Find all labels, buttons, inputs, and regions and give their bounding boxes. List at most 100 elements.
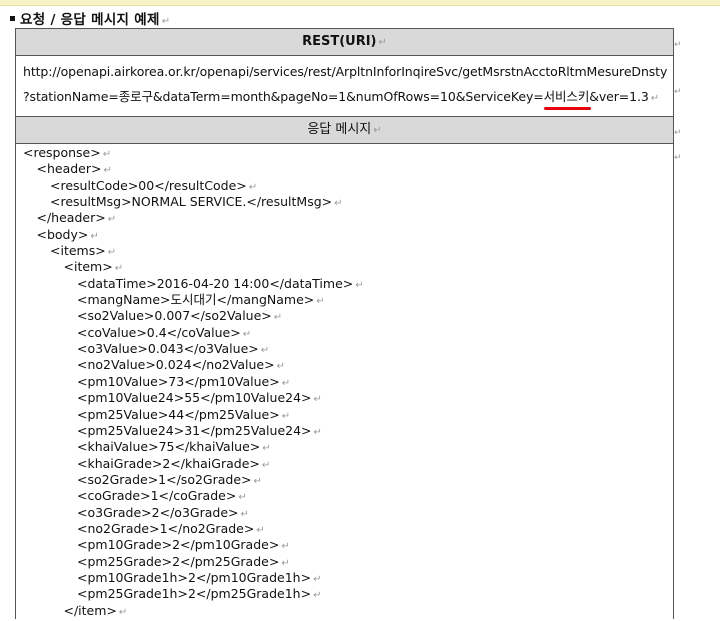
paragraph-mark-icon: ↵ bbox=[316, 296, 325, 308]
paragraph-mark-icon: ↵ bbox=[256, 524, 265, 536]
xml-code-line: <pm10Grade1h>2</pm10Grade1h> ↵ bbox=[23, 570, 364, 586]
xml-code-line: <pm10Grade>2</pm10Grade> ↵ bbox=[23, 537, 364, 553]
row-end-mark-icon: ↵ bbox=[674, 128, 682, 138]
xml-code-line: <resultCode>00</resultCode> ↵ bbox=[23, 178, 364, 194]
row-end-mark-icon: ↵ bbox=[674, 153, 682, 163]
xml-code-line: <items> ↵ bbox=[23, 243, 364, 259]
xml-code-text: <pm10Grade1h>2</pm10Grade1h> bbox=[77, 569, 312, 585]
rest-uri-header: REST(URI) ↵ bbox=[16, 29, 673, 56]
xml-code-text: <pm10Value24>55</pm10Value24> bbox=[77, 390, 312, 406]
service-key-text: 서비스키 bbox=[543, 89, 590, 104]
xml-code-line: <coValue>0.4</coValue> ↵ bbox=[23, 325, 364, 341]
paragraph-mark-icon: ↵ bbox=[103, 165, 112, 177]
xml-code-text: <resultMsg>NORMAL SERVICE.</resultMsg> bbox=[50, 194, 333, 210]
xml-code-text: <body> bbox=[36, 226, 89, 242]
xml-code-text: <coValue>0.4</coValue> bbox=[77, 324, 241, 340]
xml-code-line: <coGrade>1</coGrade> ↵ bbox=[23, 488, 364, 504]
xml-code-text: </header> bbox=[36, 210, 106, 226]
paragraph-mark-icon: ↵ bbox=[313, 590, 322, 602]
example-table: REST(URI) ↵ http://openapi.airkorea.or.kr… bbox=[15, 28, 674, 619]
paragraph-mark-icon: ↵ bbox=[313, 394, 322, 406]
paragraph-mark-icon: ↵ bbox=[260, 345, 270, 357]
xml-code-text: <header> bbox=[36, 161, 102, 177]
xml-code-text: <resultCode>00</resultCode> bbox=[50, 177, 247, 193]
xml-code-text: <pm25Value>44</pm25Value> bbox=[77, 406, 280, 422]
paragraph-mark-icon: ↵ bbox=[313, 426, 322, 438]
xml-code-text: </item> bbox=[63, 602, 117, 618]
top-toolbar-strip bbox=[0, 0, 720, 6]
xml-code-line: <no2Value>0.024</no2Value> ↵ bbox=[23, 357, 364, 373]
response-xml-code: <response> ↵ <header> ↵ <resultCode>00</resu… bbox=[23, 145, 364, 619]
xml-code-line: <body> ↵ bbox=[23, 227, 364, 243]
xml-code-text: <dataTime>2016-04-20 14:00</dataTime> bbox=[77, 275, 354, 291]
request-url-text: http://openapi.airkorea.or.kr/openapi/se… bbox=[23, 64, 668, 79]
response-message-header: 응답 메시지 ↵ bbox=[16, 116, 673, 144]
service-key-placeholder: 서비스키 bbox=[543, 89, 592, 110]
request-url-version: &ver=1.3 bbox=[589, 89, 649, 104]
paragraph-mark-icon: ↵ bbox=[650, 93, 660, 104]
paragraph-mark-icon: ↵ bbox=[378, 37, 387, 48]
xml-code-text: <pm10Grade>2</pm10Grade> bbox=[77, 537, 280, 553]
xml-code-text: <coGrade>1</coGrade> bbox=[77, 488, 237, 504]
paragraph-mark-icon: ↵ bbox=[273, 312, 283, 324]
xml-code-line: <pm10Value24>55</pm10Value24> ↵ bbox=[23, 390, 364, 406]
xml-code-text: <response> bbox=[23, 145, 101, 160]
paragraph-mark-icon: ↵ bbox=[248, 181, 258, 193]
xml-code-text: <no2Value>0.024</no2Value> bbox=[77, 357, 275, 373]
xml-code-line: </header> ↵ bbox=[23, 210, 364, 226]
xml-code-line: <pm10Value>73</pm10Value> ↵ bbox=[23, 374, 364, 390]
xml-code-text: <mangName>도시대기</mangName> bbox=[77, 292, 315, 308]
bullet-icon bbox=[10, 15, 15, 21]
xml-code-line: <khaiValue>75</khaiValue> ↵ bbox=[23, 439, 364, 455]
xml-code-line: <pm25Value>44</pm25Value> ↵ bbox=[23, 407, 364, 423]
paragraph-mark-icon: ↵ bbox=[114, 263, 124, 275]
xml-code-line: <o3Grade>2</o3Grade> ↵ bbox=[23, 505, 364, 521]
paragraph-mark-icon: ↵ bbox=[238, 492, 247, 504]
paragraph-mark-icon: ↵ bbox=[102, 149, 112, 160]
paragraph-mark-icon: ↵ bbox=[334, 198, 343, 210]
xml-code-line: <mangName>도시대기</mangName> ↵ bbox=[23, 292, 364, 308]
paragraph-mark-icon: ↵ bbox=[240, 508, 249, 520]
xml-code-line: <item> ↵ bbox=[23, 259, 364, 275]
xml-code-line: <no2Grade>1</no2Grade> ↵ bbox=[23, 521, 364, 537]
paragraph-mark-icon: ↵ bbox=[276, 361, 285, 373]
paragraph-mark-icon: ↵ bbox=[107, 214, 117, 226]
xml-code-text: <khaiValue>75</khaiValue> bbox=[77, 439, 261, 455]
xml-code-text: <so2Value>0.007</so2Value> bbox=[77, 308, 272, 324]
paragraph-mark-icon: ↵ bbox=[281, 541, 290, 553]
paragraph-mark-icon: ↵ bbox=[253, 475, 262, 487]
rest-uri-header-label: REST(URI) bbox=[302, 34, 377, 49]
paragraph-mark-icon: ↵ bbox=[90, 230, 99, 242]
paragraph-mark-icon: ↵ bbox=[261, 459, 271, 471]
paragraph-mark-icon: ↵ bbox=[281, 410, 291, 422]
paragraph-mark-icon: ↵ bbox=[242, 328, 252, 340]
xml-code-line: <header> ↵ bbox=[23, 161, 364, 177]
xml-code-line: <so2Value>0.007</so2Value> ↵ bbox=[23, 308, 364, 324]
xml-code-line: <o3Value>0.043</o3Value> ↵ bbox=[23, 341, 364, 357]
xml-code-text: <item> bbox=[63, 259, 113, 275]
request-url-line-2: ?stationName=종로구&dataTerm=month&pageNo=1… bbox=[23, 86, 660, 110]
response-header-label: 응답 메시지 bbox=[307, 122, 372, 137]
xml-code-text: <no2Grade>1</no2Grade> bbox=[77, 520, 255, 536]
request-url-line-1: http://openapi.airkorea.or.kr/openapi/se… bbox=[23, 64, 667, 79]
xml-code-line: <response> ↵ bbox=[23, 145, 364, 161]
xml-code-line: <khaiGrade>2</khaiGrade> ↵ bbox=[23, 456, 364, 472]
xml-code-line: <so2Grade>1</so2Grade> ↵ bbox=[23, 472, 364, 488]
paragraph-mark-icon: ↵ bbox=[373, 125, 382, 136]
xml-code-text: <items> bbox=[50, 243, 106, 259]
paragraph-mark-icon: ↵ bbox=[262, 443, 271, 455]
paragraph-mark-icon: ↵ bbox=[107, 247, 117, 259]
xml-code-line: <pm25Grade>2</pm25Grade> ↵ bbox=[23, 554, 364, 570]
xml-code-line: </item> ↵ bbox=[23, 603, 364, 619]
xml-code-text: <pm10Value>73</pm10Value> bbox=[77, 373, 280, 389]
paragraph-mark-icon: ↵ bbox=[161, 16, 171, 27]
row-end-mark-icon: ↵ bbox=[674, 40, 682, 50]
xml-code-text: <pm25Grade>2</pm25Grade> bbox=[77, 553, 280, 569]
xml-code-text: <khaiGrade>2</khaiGrade> bbox=[77, 455, 260, 471]
paragraph-mark-icon: ↵ bbox=[281, 557, 290, 569]
section-heading: 요청 / 응답 메시지 예제 ↵ bbox=[10, 8, 170, 28]
paragraph-mark-icon: ↵ bbox=[281, 377, 291, 389]
xml-code-line: <pm25Value24>31</pm25Value24> ↵ bbox=[23, 423, 364, 439]
xml-code-line: <pm25Grade1h>2</pm25Grade1h> ↵ bbox=[23, 586, 364, 602]
xml-code-text: <o3Grade>2</o3Grade> bbox=[77, 504, 239, 520]
